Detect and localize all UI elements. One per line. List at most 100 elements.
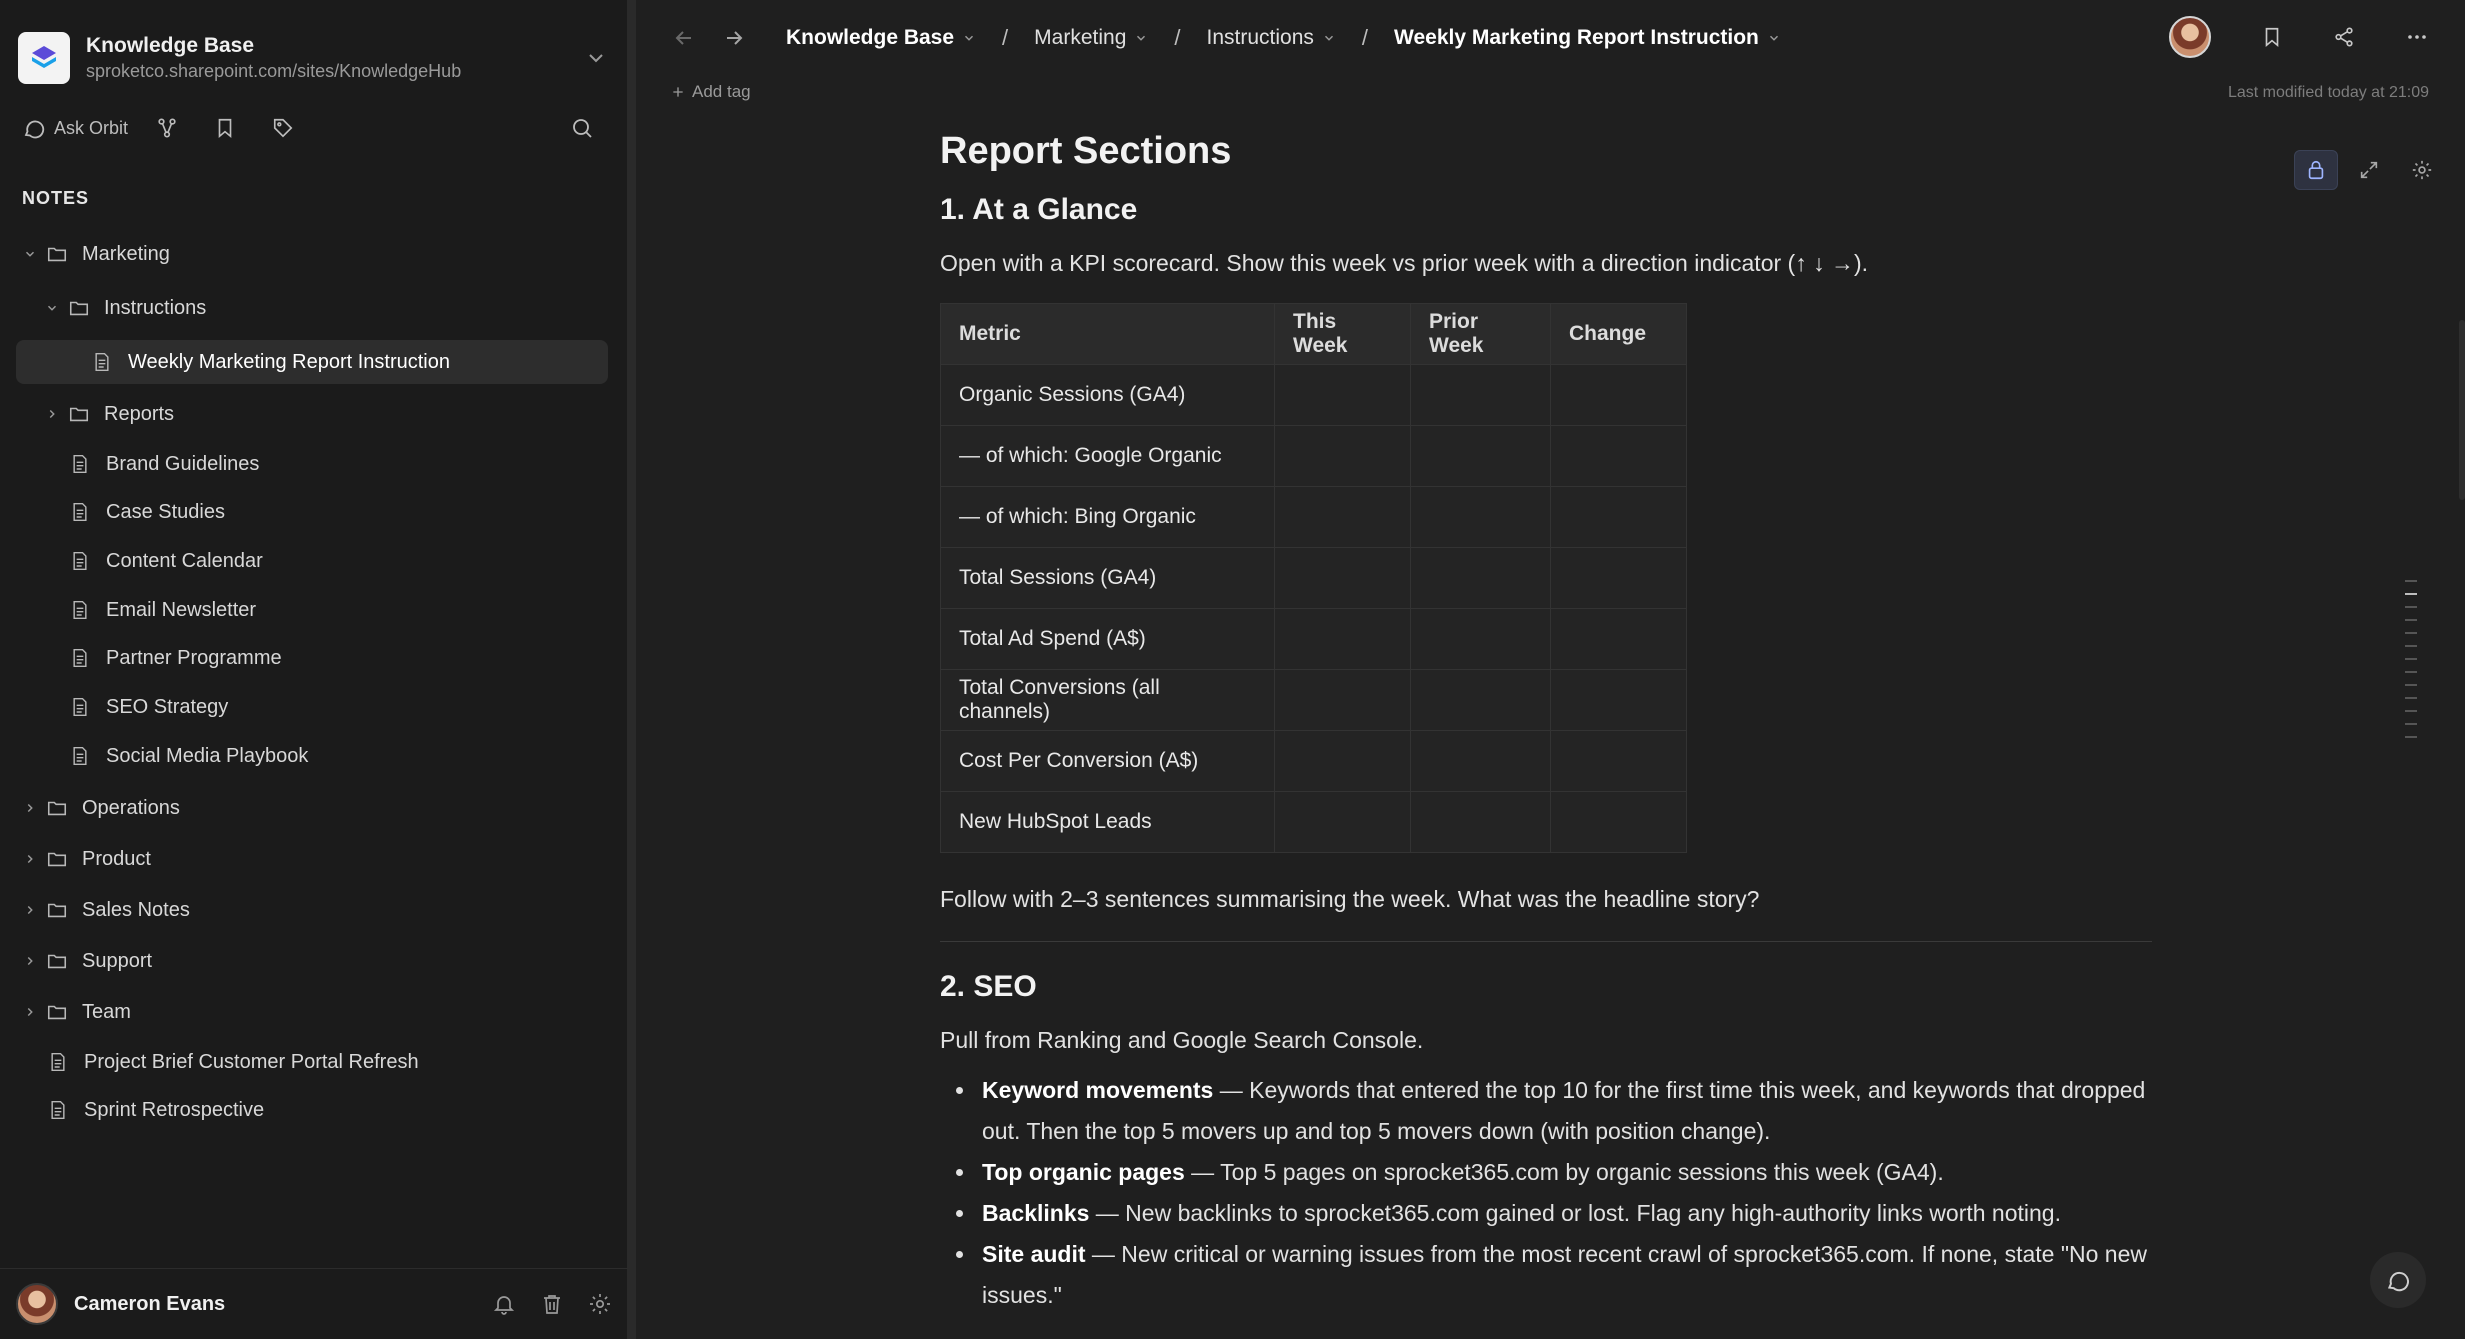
folder-team[interactable]: Team [20, 990, 131, 1034]
table-cell[interactable] [1274, 669, 1411, 731]
table-cell[interactable] [1274, 364, 1411, 426]
expand-button[interactable] [2347, 150, 2391, 190]
graph-button[interactable] [156, 117, 186, 139]
outline-mark[interactable] [2405, 606, 2417, 608]
table-cell[interactable] [1410, 486, 1551, 548]
lock-button[interactable] [2294, 150, 2338, 190]
table-cell[interactable] [1410, 547, 1551, 609]
document-body[interactable]: Report Sections 1. At a Glance Open with… [940, 130, 2190, 1316]
avatar[interactable] [16, 1283, 58, 1325]
back-arrow-icon[interactable] [672, 26, 696, 50]
add-tag-button[interactable]: Add tag [670, 82, 751, 102]
outline-mark[interactable] [2405, 684, 2417, 686]
chevron-down-icon[interactable] [20, 244, 40, 264]
breadcrumb-current-note[interactable]: Weekly Marketing Report Instruction [1394, 26, 1781, 50]
breadcrumb-marketing[interactable]: Marketing [1034, 26, 1148, 50]
chevron-right-icon[interactable] [20, 849, 40, 869]
table-cell[interactable] [1274, 425, 1411, 487]
settings-button[interactable] [2400, 150, 2444, 190]
forward-arrow-icon[interactable] [722, 26, 746, 50]
note-project-brief[interactable]: Project Brief Customer Portal Refresh [48, 1040, 419, 1084]
outline-mark-current[interactable] [2405, 593, 2417, 595]
table-cell[interactable] [1274, 486, 1411, 548]
chevron-right-icon[interactable] [20, 951, 40, 971]
table-cell[interactable] [1274, 547, 1411, 609]
collaborator-avatar[interactable] [2169, 16, 2211, 58]
table-cell[interactable] [1410, 608, 1551, 670]
outline-mark[interactable] [2405, 658, 2417, 660]
scrollbar[interactable] [2459, 320, 2465, 500]
outline-mark[interactable] [2405, 632, 2417, 634]
table-cell[interactable] [1550, 486, 1687, 548]
folder-instructions[interactable]: Instructions [42, 286, 206, 330]
trash-icon[interactable] [540, 1292, 564, 1316]
table-cell[interactable] [1550, 608, 1687, 670]
bell-icon[interactable] [492, 1292, 516, 1316]
chevron-right-icon[interactable] [20, 798, 40, 818]
folder-marketing[interactable]: Marketing [20, 232, 170, 276]
document-icon [70, 500, 94, 524]
table-cell[interactable] [1274, 791, 1411, 853]
table-cell[interactable] [1410, 364, 1551, 426]
table-cell[interactable] [1550, 364, 1687, 426]
list-item-text: — New backlinks to sprocket365.com gaine… [1089, 1200, 2061, 1226]
chevron-down-icon[interactable] [584, 46, 608, 70]
outline-mark[interactable] [2405, 580, 2417, 582]
outline-mark[interactable] [2405, 645, 2417, 647]
note-content-calendar[interactable]: Content Calendar [70, 539, 263, 583]
table-cell[interactable] [1550, 669, 1687, 731]
bookmark-icon[interactable] [2261, 26, 2283, 48]
folder-reports[interactable]: Reports [42, 392, 174, 436]
folder-operations[interactable]: Operations [20, 786, 180, 830]
note-seo-strategy[interactable]: SEO Strategy [70, 685, 228, 729]
outline-mark[interactable] [2405, 710, 2417, 712]
document-icon [70, 598, 94, 622]
outline-mark[interactable] [2405, 697, 2417, 699]
user-name[interactable]: Cameron Evans [74, 1293, 468, 1316]
note-weekly-marketing-report[interactable]: Weekly Marketing Report Instruction [16, 340, 608, 384]
folder-support[interactable]: Support [20, 939, 152, 983]
table-cell[interactable] [1410, 425, 1551, 487]
chevron-right-icon[interactable] [20, 900, 40, 920]
chevron-down-icon[interactable] [42, 298, 62, 318]
chevron-right-icon[interactable] [20, 1002, 40, 1022]
ask-orbit-button[interactable]: Ask Orbit [22, 116, 128, 140]
outline-minimap[interactable] [2405, 580, 2417, 749]
note-case-studies[interactable]: Case Studies [70, 490, 225, 534]
folder-product[interactable]: Product [20, 837, 151, 881]
breadcrumb-instructions[interactable]: Instructions [1207, 26, 1336, 50]
outline-mark[interactable] [2405, 671, 2417, 673]
tags-button[interactable] [272, 117, 302, 139]
more-options-icon[interactable] [2405, 25, 2429, 49]
share-icon[interactable] [2333, 26, 2355, 48]
outline-mark[interactable] [2405, 736, 2417, 738]
search-button[interactable] [570, 116, 602, 140]
note-label: Partner Programme [106, 646, 282, 669]
table-cell[interactable] [1410, 730, 1551, 792]
table-cell[interactable] [1274, 730, 1411, 792]
table-cell[interactable] [1550, 730, 1687, 792]
note-social-media-playbook[interactable]: Social Media Playbook [70, 734, 308, 778]
chat-button[interactable] [2370, 1252, 2426, 1308]
table-cell[interactable] [1274, 608, 1411, 670]
workspace-switcher[interactable]: Knowledge Base sproketco.sharepoint.com/… [18, 30, 608, 86]
note-email-newsletter[interactable]: Email Newsletter [70, 588, 256, 632]
tag-icon [273, 118, 293, 138]
folder-sales-notes[interactable]: Sales Notes [20, 888, 190, 932]
breadcrumb-knowledge-base[interactable]: Knowledge Base [786, 26, 976, 50]
table-row: — of which: Bing Organic [940, 486, 1687, 548]
table-cell[interactable] [1410, 669, 1551, 731]
sidebar-resize-handle[interactable] [628, 0, 636, 1339]
bookmarks-button[interactable] [214, 117, 244, 139]
table-cell[interactable] [1410, 791, 1551, 853]
table-cell[interactable] [1550, 425, 1687, 487]
table-cell[interactable] [1550, 547, 1687, 609]
outline-mark[interactable] [2405, 723, 2417, 725]
chevron-right-icon[interactable] [42, 404, 62, 424]
table-cell[interactable] [1550, 791, 1687, 853]
note-partner-programme[interactable]: Partner Programme [70, 636, 282, 680]
note-brand-guidelines[interactable]: Brand Guidelines [70, 442, 259, 486]
outline-mark[interactable] [2405, 619, 2417, 621]
note-sprint-retrospective[interactable]: Sprint Retrospective [48, 1088, 264, 1132]
gear-icon[interactable] [588, 1292, 612, 1316]
